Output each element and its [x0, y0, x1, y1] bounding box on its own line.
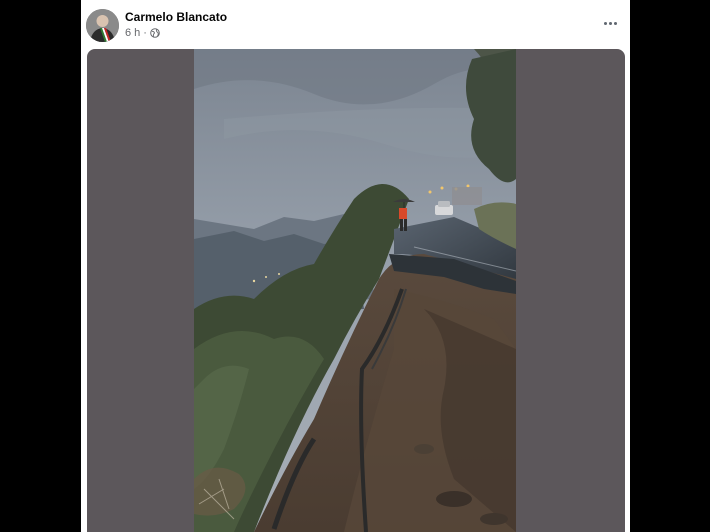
post-media[interactable] [87, 49, 625, 532]
post-meta: 6 h · [125, 27, 160, 39]
post-photo[interactable] [194, 49, 516, 532]
author-avatar[interactable] [86, 9, 119, 42]
author-name[interactable]: Carmelo Blancato [125, 10, 227, 24]
meta-separator: · [143, 27, 147, 39]
post-time[interactable]: 6 h [125, 27, 140, 39]
post-header: Carmelo Blancato 6 h · [81, 0, 630, 48]
post-card: Carmelo Blancato 6 h · [81, 0, 630, 532]
more-options-icon[interactable] [600, 14, 620, 32]
globe-icon[interactable] [150, 28, 160, 38]
screen: Carmelo Blancato 6 h · [0, 0, 710, 532]
